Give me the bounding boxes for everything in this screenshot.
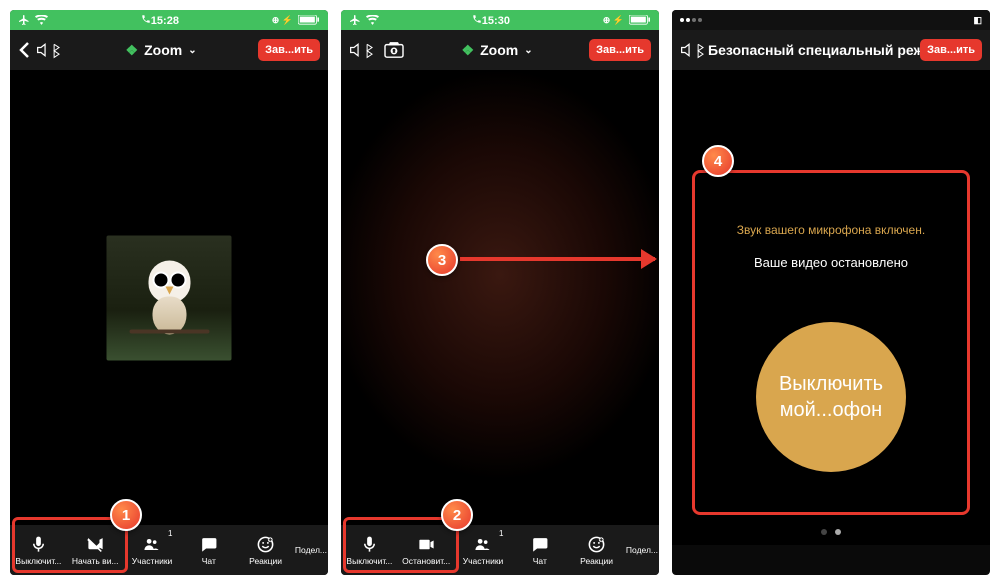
annotation-marker-2: 2 [441,499,473,531]
switch-camera-icon[interactable] [383,41,405,59]
people-icon [473,535,492,554]
phone-screen-3: ◧ Безопасный специальный реж Зав...ить З… [672,10,990,575]
status-bar: 15:28 ⊕ ⚡ [10,10,328,30]
speaker-bt-icon[interactable] [680,41,708,59]
nav-bar: Безопасный специальный реж Зав...ить [672,30,990,70]
meeting-title[interactable]: ❖Zoom⌄ [462,42,533,59]
speaker-bt-icon[interactable] [36,41,64,59]
people-icon [142,535,161,554]
end-button[interactable]: Зав...ить [920,39,982,61]
video-area[interactable] [341,70,659,525]
wifi-icon [35,15,48,25]
participant-avatar [107,235,232,360]
battery-icon [629,15,651,25]
phone-screen-1: 15:28 ⊕ ⚡ ❖Zoom⌄ Зав...ить Выключит... Н… [10,10,328,575]
smile-icon [256,535,275,554]
nav-bar: ❖Zoom⌄ Зав...ить [341,30,659,70]
participants-button[interactable]: 1Участники [124,525,181,575]
share-button[interactable]: Подел... [294,525,328,575]
safe-mode-title: Безопасный специальный реж [708,42,920,58]
participant-count: 1 [499,529,503,538]
annotation-marker-4: 4 [702,145,734,177]
airplane-icon [349,14,361,26]
status-misc: ◧ [973,15,982,26]
highlight-box-2 [343,517,459,573]
highlight-box-1 [12,517,128,573]
meeting-title[interactable]: ❖Zoom⌄ [126,42,197,59]
back-icon[interactable] [18,41,30,59]
chevron-down-icon: ⌄ [188,45,196,56]
camera-feed [341,70,659,525]
nav-bar: ❖Zoom⌄ Зав...ить [10,30,328,70]
share-button[interactable]: Подел... [625,525,659,575]
video-area[interactable] [10,70,328,525]
page-indicator [821,529,841,535]
annotation-marker-1: 1 [110,499,142,531]
battery-icon [298,15,320,25]
shield-icon: ❖ [126,42,139,59]
airplane-icon [18,14,30,26]
participants-button[interactable]: 1Участники [455,525,512,575]
chat-icon [530,535,549,554]
chevron-down-icon: ⌄ [524,45,532,56]
end-button[interactable]: Зав...ить [589,39,651,61]
end-button[interactable]: Зав...ить [258,39,320,61]
chat-button[interactable]: Чат [511,525,568,575]
safe-mode-area[interactable]: Звук вашего микрофона включен. Ваше виде… [672,70,990,545]
signal-dots-icon [680,18,702,22]
status-misc: ⊕ ⚡ [603,15,624,26]
video-status-text: Ваше видео остановлено [695,255,967,270]
reactions-button[interactable]: Реакции [568,525,625,575]
status-bar: 15:30 ⊕ ⚡ [341,10,659,30]
phone-screen-2: 15:30 ⊕ ⚡ ❖Zoom⌄ Зав...ить Выключит... О… [341,10,659,575]
wifi-icon [366,15,379,25]
swipe-arrow [460,257,655,261]
status-bar: ◧ [672,10,990,30]
phone-icon [472,14,482,24]
phone-icon [141,14,151,24]
highlight-box-4: Звук вашего микрофона включен. Ваше виде… [692,170,970,515]
mic-status-text: Звук вашего микрофона включен. [695,223,967,237]
mute-mic-button[interactable]: Выключитьмой...офон [756,322,906,472]
annotation-marker-3: 3 [426,244,458,276]
shield-icon: ❖ [462,42,475,59]
reactions-button[interactable]: Реакции [237,525,294,575]
status-misc: ⊕ ⚡ [272,15,293,26]
participant-count: 1 [168,529,172,538]
chat-button[interactable]: Чат [180,525,237,575]
speaker-bt-icon[interactable] [349,41,377,59]
status-time: 15:30 [482,15,510,27]
status-time: 15:28 [151,15,179,27]
smile-icon [587,535,606,554]
chat-icon [199,535,218,554]
